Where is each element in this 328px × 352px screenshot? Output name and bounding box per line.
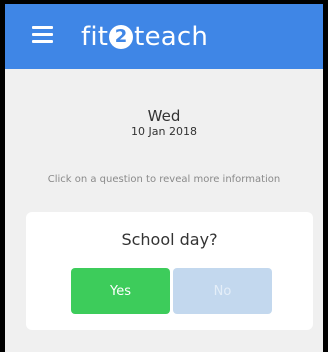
day-of-week: Wed <box>147 107 181 125</box>
app-logo: fit 2 teach <box>81 21 208 53</box>
menu-icon-bar <box>32 33 53 36</box>
menu-icon[interactable] <box>32 26 53 43</box>
app-bar: fit 2 teach <box>5 4 323 69</box>
logo-prefix: fit <box>81 22 109 52</box>
app-screen: fit 2 teach Wed 10 Jan 2018 Click on a q… <box>5 4 323 352</box>
question-text: School day? <box>121 230 218 249</box>
instruction-text: Click on a question to reveal more infor… <box>47 174 281 185</box>
menu-icon-bar <box>32 40 53 43</box>
menu-icon-bar <box>32 26 53 29</box>
logo-suffix: teach <box>134 22 209 52</box>
question-card: School day? Yes No <box>26 212 313 330</box>
yes-button[interactable]: Yes <box>71 268 170 314</box>
no-button[interactable]: No <box>173 268 272 314</box>
date-label: 10 Jan 2018 <box>131 125 197 138</box>
logo-two-badge: 2 <box>109 25 134 49</box>
